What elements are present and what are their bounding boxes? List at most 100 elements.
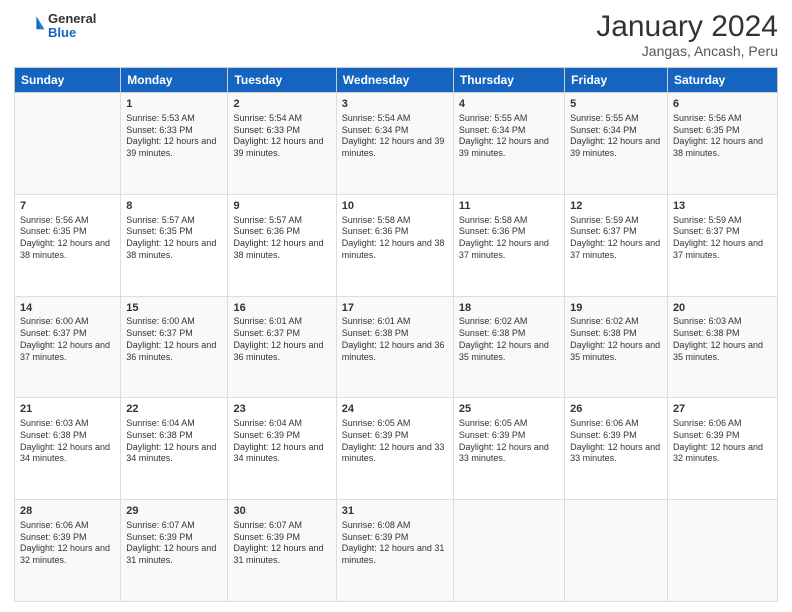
calendar-cell: 10Sunrise: 5:58 AMSunset: 6:36 PMDayligh… — [336, 194, 453, 296]
day-number: 25 — [459, 402, 559, 417]
day-info: Sunrise: 6:03 AMSunset: 6:38 PMDaylight:… — [673, 316, 772, 363]
calendar-cell: 23Sunrise: 6:04 AMSunset: 6:39 PMDayligh… — [228, 398, 336, 500]
calendar-cell: 15Sunrise: 6:00 AMSunset: 6:37 PMDayligh… — [121, 296, 228, 398]
calendar-cell: 5Sunrise: 5:55 AMSunset: 6:34 PMDaylight… — [565, 93, 668, 195]
day-info: Sunrise: 6:04 AMSunset: 6:38 PMDaylight:… — [126, 418, 222, 465]
day-info: Sunrise: 5:53 AMSunset: 6:33 PMDaylight:… — [126, 113, 222, 160]
header-day-tuesday: Tuesday — [228, 68, 336, 93]
day-number: 6 — [673, 97, 772, 112]
calendar-cell: 17Sunrise: 6:01 AMSunset: 6:38 PMDayligh… — [336, 296, 453, 398]
day-number: 3 — [342, 97, 448, 112]
calendar-cell: 11Sunrise: 5:58 AMSunset: 6:36 PMDayligh… — [453, 194, 564, 296]
day-info: Sunrise: 6:00 AMSunset: 6:37 PMDaylight:… — [126, 316, 222, 363]
day-info: Sunrise: 5:59 AMSunset: 6:37 PMDaylight:… — [673, 215, 772, 262]
day-number: 20 — [673, 301, 772, 316]
calendar-table: SundayMondayTuesdayWednesdayThursdayFrid… — [14, 67, 778, 602]
day-info: Sunrise: 6:00 AMSunset: 6:37 PMDaylight:… — [20, 316, 115, 363]
header-day-sunday: Sunday — [15, 68, 121, 93]
day-info: Sunrise: 5:54 AMSunset: 6:33 PMDaylight:… — [233, 113, 330, 160]
day-number: 7 — [20, 199, 115, 214]
day-info: Sunrise: 5:56 AMSunset: 6:35 PMDaylight:… — [20, 215, 115, 262]
day-number: 16 — [233, 301, 330, 316]
calendar-cell: 18Sunrise: 6:02 AMSunset: 6:38 PMDayligh… — [453, 296, 564, 398]
day-info: Sunrise: 5:55 AMSunset: 6:34 PMDaylight:… — [570, 113, 662, 160]
calendar-cell: 29Sunrise: 6:07 AMSunset: 6:39 PMDayligh… — [121, 500, 228, 602]
calendar-cell — [453, 500, 564, 602]
logo-text: General Blue — [48, 12, 96, 41]
logo-blue: Blue — [48, 26, 96, 40]
day-number: 5 — [570, 97, 662, 112]
title-block: January 2024 Jangas, Ancash, Peru — [596, 10, 778, 59]
day-info: Sunrise: 6:08 AMSunset: 6:39 PMDaylight:… — [342, 520, 448, 567]
day-info: Sunrise: 6:01 AMSunset: 6:37 PMDaylight:… — [233, 316, 330, 363]
day-info: Sunrise: 5:56 AMSunset: 6:35 PMDaylight:… — [673, 113, 772, 160]
calendar-cell: 7Sunrise: 5:56 AMSunset: 6:35 PMDaylight… — [15, 194, 121, 296]
day-number: 9 — [233, 199, 330, 214]
day-number: 23 — [233, 402, 330, 417]
calendar-cell: 27Sunrise: 6:06 AMSunset: 6:39 PMDayligh… — [667, 398, 777, 500]
day-number: 8 — [126, 199, 222, 214]
header: General Blue January 2024 Jangas, Ancash… — [14, 10, 778, 59]
calendar-cell: 26Sunrise: 6:06 AMSunset: 6:39 PMDayligh… — [565, 398, 668, 500]
day-info: Sunrise: 6:03 AMSunset: 6:38 PMDaylight:… — [20, 418, 115, 465]
day-number: 13 — [673, 199, 772, 214]
calendar-cell: 16Sunrise: 6:01 AMSunset: 6:37 PMDayligh… — [228, 296, 336, 398]
day-info: Sunrise: 6:06 AMSunset: 6:39 PMDaylight:… — [570, 418, 662, 465]
calendar-week-4: 21Sunrise: 6:03 AMSunset: 6:38 PMDayligh… — [15, 398, 778, 500]
day-info: Sunrise: 6:02 AMSunset: 6:38 PMDaylight:… — [459, 316, 559, 363]
day-info: Sunrise: 6:06 AMSunset: 6:39 PMDaylight:… — [20, 520, 115, 567]
calendar-cell: 6Sunrise: 5:56 AMSunset: 6:35 PMDaylight… — [667, 93, 777, 195]
logo-general: General — [48, 12, 96, 26]
calendar-cell: 28Sunrise: 6:06 AMSunset: 6:39 PMDayligh… — [15, 500, 121, 602]
calendar-cell — [667, 500, 777, 602]
day-number: 12 — [570, 199, 662, 214]
day-number: 26 — [570, 402, 662, 417]
day-number: 2 — [233, 97, 330, 112]
day-info: Sunrise: 6:07 AMSunset: 6:39 PMDaylight:… — [233, 520, 330, 567]
day-number: 28 — [20, 504, 115, 519]
calendar-cell: 21Sunrise: 6:03 AMSunset: 6:38 PMDayligh… — [15, 398, 121, 500]
calendar-week-1: 1Sunrise: 5:53 AMSunset: 6:33 PMDaylight… — [15, 93, 778, 195]
day-number: 15 — [126, 301, 222, 316]
day-number: 27 — [673, 402, 772, 417]
calendar-cell: 14Sunrise: 6:00 AMSunset: 6:37 PMDayligh… — [15, 296, 121, 398]
day-number: 29 — [126, 504, 222, 519]
calendar-cell: 3Sunrise: 5:54 AMSunset: 6:34 PMDaylight… — [336, 93, 453, 195]
header-day-monday: Monday — [121, 68, 228, 93]
calendar-subtitle: Jangas, Ancash, Peru — [596, 43, 778, 59]
calendar-cell: 31Sunrise: 6:08 AMSunset: 6:39 PMDayligh… — [336, 500, 453, 602]
calendar-week-5: 28Sunrise: 6:06 AMSunset: 6:39 PMDayligh… — [15, 500, 778, 602]
day-info: Sunrise: 5:54 AMSunset: 6:34 PMDaylight:… — [342, 113, 448, 160]
day-info: Sunrise: 5:59 AMSunset: 6:37 PMDaylight:… — [570, 215, 662, 262]
day-info: Sunrise: 6:06 AMSunset: 6:39 PMDaylight:… — [673, 418, 772, 465]
day-number: 10 — [342, 199, 448, 214]
calendar-cell — [565, 500, 668, 602]
day-number: 14 — [20, 301, 115, 316]
calendar-cell: 9Sunrise: 5:57 AMSunset: 6:36 PMDaylight… — [228, 194, 336, 296]
header-day-thursday: Thursday — [453, 68, 564, 93]
calendar-title: January 2024 — [596, 10, 778, 43]
day-info: Sunrise: 5:58 AMSunset: 6:36 PMDaylight:… — [342, 215, 448, 262]
header-day-friday: Friday — [565, 68, 668, 93]
calendar-cell: 22Sunrise: 6:04 AMSunset: 6:38 PMDayligh… — [121, 398, 228, 500]
day-info: Sunrise: 6:01 AMSunset: 6:38 PMDaylight:… — [342, 316, 448, 363]
day-info: Sunrise: 5:57 AMSunset: 6:36 PMDaylight:… — [233, 215, 330, 262]
day-number: 30 — [233, 504, 330, 519]
logo: General Blue — [14, 10, 96, 42]
day-info: Sunrise: 6:07 AMSunset: 6:39 PMDaylight:… — [126, 520, 222, 567]
day-info: Sunrise: 6:04 AMSunset: 6:39 PMDaylight:… — [233, 418, 330, 465]
day-info: Sunrise: 6:02 AMSunset: 6:38 PMDaylight:… — [570, 316, 662, 363]
day-number: 11 — [459, 199, 559, 214]
calendar-header-row: SundayMondayTuesdayWednesdayThursdayFrid… — [15, 68, 778, 93]
calendar-cell: 12Sunrise: 5:59 AMSunset: 6:37 PMDayligh… — [565, 194, 668, 296]
day-number: 4 — [459, 97, 559, 112]
calendar-cell: 24Sunrise: 6:05 AMSunset: 6:39 PMDayligh… — [336, 398, 453, 500]
logo-icon — [14, 10, 46, 42]
day-number: 22 — [126, 402, 222, 417]
day-number: 21 — [20, 402, 115, 417]
calendar-cell: 4Sunrise: 5:55 AMSunset: 6:34 PMDaylight… — [453, 93, 564, 195]
calendar-cell: 19Sunrise: 6:02 AMSunset: 6:38 PMDayligh… — [565, 296, 668, 398]
day-info: Sunrise: 5:57 AMSunset: 6:35 PMDaylight:… — [126, 215, 222, 262]
calendar-cell: 8Sunrise: 5:57 AMSunset: 6:35 PMDaylight… — [121, 194, 228, 296]
day-number: 17 — [342, 301, 448, 316]
